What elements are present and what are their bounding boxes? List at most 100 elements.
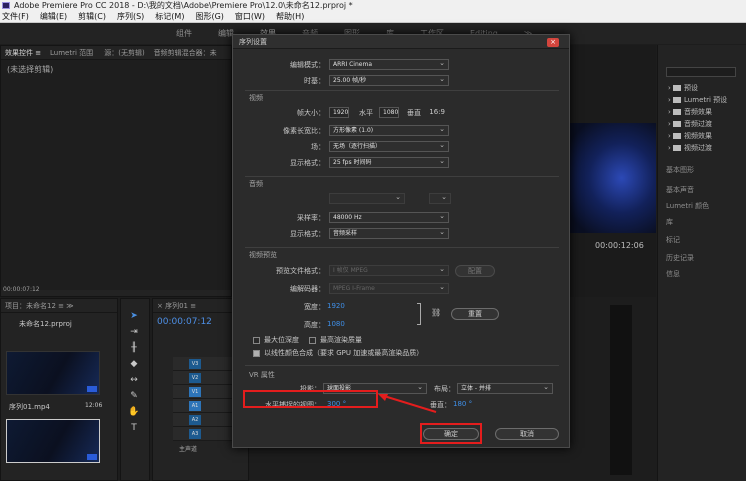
workspace-tab-assembly[interactable]: 组件 [176,28,192,39]
highlight-box-ok [420,423,482,444]
menu-file[interactable]: 文件(F) [2,11,29,22]
section-lumetri-color[interactable]: Lumetri 颜色 [666,201,709,211]
audio-channels-dropdown [429,192,451,204]
window-title: Adobe Premiere Pro CC 2018 - D:\我的文档\Ado… [14,1,353,10]
track-a3[interactable]: A3 [173,427,233,441]
link-bracket [417,303,421,325]
track-v2-toggle[interactable]: V2 [189,373,201,383]
folder-label: 音频过渡 [684,120,713,128]
preview-width-value[interactable]: 1920 [327,302,345,310]
max-bit-depth-checkbox[interactable]: 最大位深度 [253,335,299,345]
track-a3-toggle[interactable]: A3 [189,429,201,439]
audio-section-title: 音频 [249,180,263,188]
frame-height-input[interactable]: 1080 [379,107,399,118]
audio-meter [610,305,632,475]
premiere-app-icon [2,2,10,9]
reset-button[interactable]: 重置 [451,308,499,320]
fields-dropdown[interactable]: 无场（逐行扫描） [329,140,449,152]
pixel-aspect-dropdown[interactable]: 方形像素 (1.0) [329,124,449,136]
audio-display-format-dropdown[interactable]: 音频采样 [329,227,449,239]
divider [245,247,559,248]
timebase-dropdown[interactable]: 25.00 帧/秒 [329,74,449,86]
folder-label: 预设 [684,84,699,92]
divider [245,365,559,366]
max-render-quality-checkbox[interactable]: 最高渲染质量 [309,335,362,345]
vertical-label: 垂直 [407,109,421,117]
section-essential-sound[interactable]: 基本声音 [666,185,694,195]
section-markers[interactable]: 标记 [666,235,680,245]
track-v3-toggle[interactable]: V3 [189,359,201,369]
sequence-badge-icon [87,386,97,392]
menu-markers[interactable]: 标记(M) [155,11,184,22]
sequence-badge-icon-2 [87,454,97,460]
frame-width-input[interactable]: 1920 [329,107,349,118]
folder-video-transitions[interactable]: › 视频过渡 [668,143,712,153]
cancel-button[interactable]: 取消 [495,428,559,440]
dialog-title: 序列设置 [233,35,569,49]
track-v1[interactable]: V1 [173,385,233,399]
checkbox-box [253,349,260,357]
section-libraries[interactable]: 库 [666,217,673,227]
track-select-tool-icon[interactable]: ⇥ [127,327,141,339]
hand-tool-icon[interactable]: ✋ [127,407,141,419]
folder-icon [673,85,682,91]
track-a1[interactable]: A1 [173,399,233,413]
vertical-fov-value[interactable]: 180 ° [453,400,472,408]
track-a2-toggle[interactable]: A2 [189,415,201,425]
tools-panel: ➤ ⇥ ╫ ◆ ↔ ✎ ✋ T [120,298,150,481]
pen-tool-icon[interactable]: ✎ [127,391,141,403]
section-essential-graphics[interactable]: 基本图形 [666,165,694,175]
close-icon[interactable]: × [547,38,559,47]
clip-thumbnail[interactable] [6,351,100,395]
folder-presets[interactable]: › 预设 [668,83,698,93]
display-format-label: 显示格式： [290,159,325,167]
menu-window[interactable]: 窗口(W) [235,11,265,22]
section-info[interactable]: 信息 [666,269,680,279]
slip-tool-icon[interactable]: ↔ [127,375,141,387]
razor-tool-icon[interactable]: ◆ [127,359,141,371]
folder-icon [673,133,682,139]
section-history[interactable]: 历史记录 [666,253,694,263]
tab-audio-clip-mixer[interactable]: 音频剪辑混合器：未 [154,49,217,57]
pixel-aspect-label: 像素长宽比： [283,127,325,135]
clip-thumbnail-2[interactable] [6,419,100,463]
track-v2[interactable]: V2 [173,371,233,385]
sample-rate-dropdown[interactable]: 48000 Hz [329,211,449,223]
source-timecode: 00:00:07:12 [3,286,40,293]
video-preview-section-title: 视频预览 [249,251,277,259]
link-chain-icon[interactable]: ⛓ [431,308,441,317]
menu-edit[interactable]: 编辑(E) [40,11,67,22]
track-a2[interactable]: A2 [173,413,233,427]
project-panel-tab[interactable]: 项目：未命名12 ≡ ≫ [1,299,117,313]
checkbox-label: 最高渲染质量 [320,336,362,344]
timeline-timecode[interactable]: 00:00:07:12 [157,317,212,327]
track-v3[interactable]: V3 [173,357,233,371]
folder-video-effects[interactable]: › 视频效果 [668,131,712,141]
track-v1-toggle[interactable]: V1 [189,387,201,397]
checkbox-box [253,336,260,344]
program-timecode: 00:00:12:06 [595,241,644,250]
tab-effect-controls[interactable]: 效果控件 ≡ [5,49,41,57]
linear-color-checkbox[interactable]: 以线性颜色合成（要求 GPU 加速或最高渲染品质） [253,348,423,358]
tab-source[interactable]: 源：(无剪辑) [104,49,144,57]
effects-search-input[interactable] [666,67,736,77]
display-format-dropdown[interactable]: 25 fps 时间码 [329,156,449,168]
sequence-settings-dialog: 序列设置 × 编辑模式： ARRI Cinema 时基： 25.00 帧/秒 视… [232,34,570,448]
sample-rate-label: 采样率： [297,214,325,222]
menu-clip[interactable]: 剪辑(C) [78,11,106,22]
ripple-edit-tool-icon[interactable]: ╫ [127,343,141,355]
menu-graphics[interactable]: 图形(G) [195,11,223,22]
editing-mode-dropdown[interactable]: ARRI Cinema [329,58,449,70]
menu-sequence[interactable]: 序列(S) [117,11,144,22]
track-a1-toggle[interactable]: A1 [189,401,201,411]
menu-help[interactable]: 帮助(H) [276,11,304,22]
folder-audio-effects[interactable]: › 音频效果 [668,107,712,117]
preview-height-value[interactable]: 1080 [327,320,345,328]
selection-tool-icon[interactable]: ➤ [127,311,141,323]
tab-lumetri-scopes[interactable]: Lumetri 范围 [50,49,93,57]
type-tool-icon[interactable]: T [127,423,141,435]
folder-icon [673,121,682,127]
layout-dropdown[interactable]: 立体 - 并排 [457,382,553,394]
folder-audio-transitions[interactable]: › 音频过渡 [668,119,712,129]
folder-lumetri-presets[interactable]: › Lumetri 预设 [668,95,727,105]
